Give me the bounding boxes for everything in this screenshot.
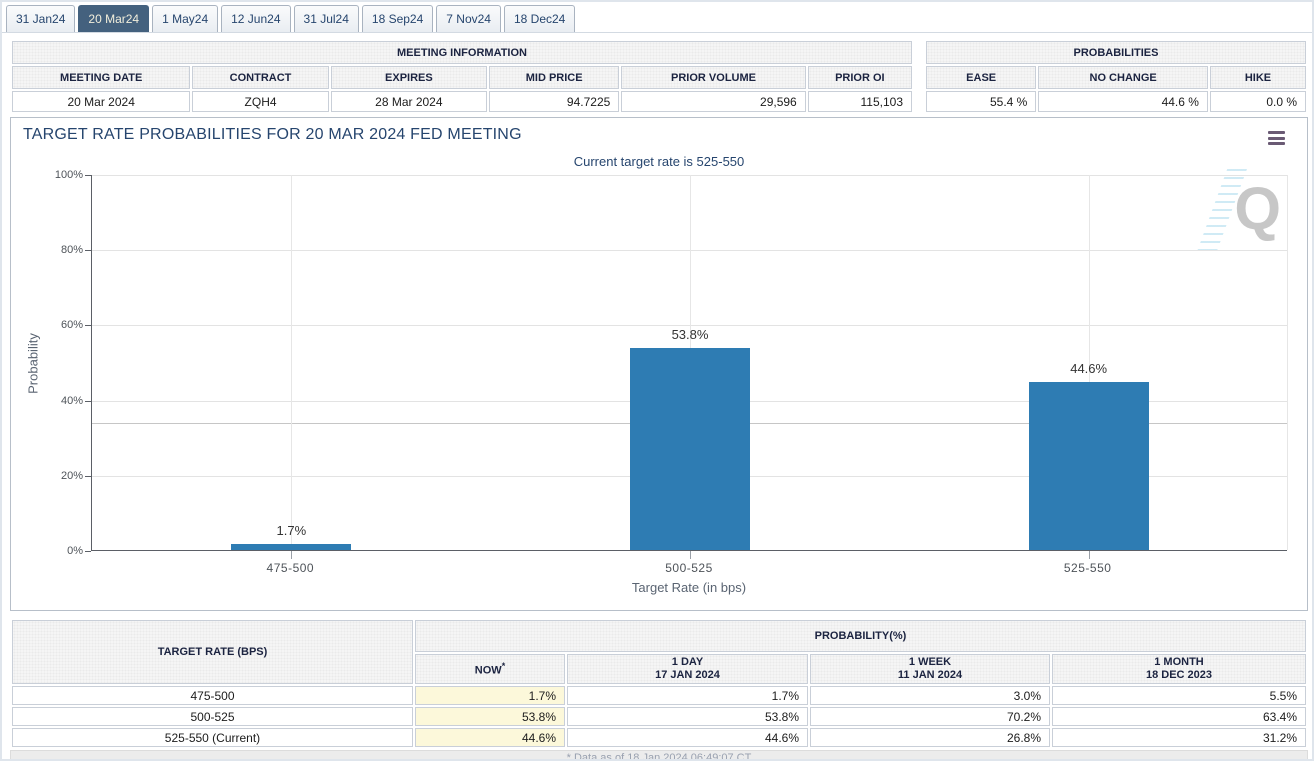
x-category-label: 475-500 [266, 561, 315, 575]
one-week-cell: 3.0% [810, 686, 1050, 705]
fedwatch-page: 31 Jan24 20 Mar24 1 May24 12 Jun24 31 Ju… [0, 0, 1314, 761]
now-cell: 53.8% [415, 707, 565, 726]
table-row: 475-500 1.7% 1.7% 3.0% 5.5% [12, 686, 1306, 705]
tab-18-dec24[interactable]: 18 Dec24 [503, 5, 576, 32]
now-asterisk: * [501, 661, 506, 672]
data-asof-footnote: * Data as of 18 Jan 2024 06:49:07 CT [10, 750, 1308, 759]
one-week-header: 1 WEEK 11 JAN 2024 [810, 654, 1050, 684]
tab-12-jun24[interactable]: 12 Jun24 [221, 5, 291, 32]
target-rate-chart-panel: TARGET RATE PROBABILITIES FOR 20 MAR 202… [10, 117, 1308, 611]
one-day-cell: 44.6% [567, 728, 808, 747]
one-day-cell: 1.7% [567, 686, 808, 705]
bar-value-label: 1.7% [276, 522, 307, 538]
tab-7-nov24[interactable]: 7 Nov24 [436, 5, 501, 32]
y-axis-tick [85, 475, 91, 477]
now-cell: 44.6% [415, 728, 565, 747]
chart-title: TARGET RATE PROBABILITIES FOR 20 MAR 202… [23, 126, 522, 143]
probability-bar[interactable] [1028, 382, 1149, 550]
tab-31-jul24[interactable]: 31 Jul24 [293, 5, 359, 32]
plot-right-border [1287, 175, 1288, 550]
bar-value-label: 44.6% [1070, 361, 1108, 377]
x-category-label: 500-525 [665, 561, 713, 575]
rate-cell: 475-500 [12, 686, 413, 705]
y-axis-title: Probability [25, 333, 41, 394]
tab-20-mar24[interactable]: 20 Mar24 [78, 5, 150, 32]
top-summary-row: MEETING INFORMATION MEETING DATE CONTRAC… [10, 39, 1308, 114]
chart-menu-icon[interactable] [1268, 131, 1285, 145]
meeting-information-title: MEETING INFORMATION [12, 41, 912, 64]
meeting-date-tabs: 31 Jan24 20 Mar24 1 May24 12 Jun24 31 Ju… [2, 2, 1312, 33]
no-change-value: 44.6 % [1038, 91, 1208, 112]
one-month-cell: 5.5% [1052, 686, 1306, 705]
prior-oi-header: PRIOR OI [807, 66, 912, 89]
x-axis-tick [291, 551, 293, 559]
plot-area: 0% 20% 40% 60% 80% 100% 1.7% 53.8% 44.6% [55, 169, 1288, 559]
prior-volume-value: 29,596 [621, 91, 806, 112]
y-tick-label: 40% [60, 394, 83, 407]
one-month-header: 1 MONTH 18 DEC 2023 [1052, 654, 1306, 684]
y-axis-tick [85, 250, 91, 252]
y-axis-tick [85, 551, 91, 552]
now-cell: 1.7% [415, 686, 565, 705]
probability-bar[interactable] [630, 347, 750, 550]
now-header: NOW* [415, 654, 565, 684]
probability-group-header: PROBABILITY(%) [415, 620, 1306, 652]
y-axis-tick [85, 400, 91, 402]
tab-31-jan24[interactable]: 31 Jan24 [6, 5, 76, 32]
meeting-date-value: 20 Mar 2024 [12, 91, 191, 112]
x-axis-title: Target Rate (in bps) [631, 580, 747, 595]
ease-value: 55.4 % [926, 91, 1037, 112]
contract-header: CONTRACT [192, 66, 329, 89]
y-axis-tick [85, 325, 91, 327]
one-day-cell: 53.8% [567, 707, 808, 726]
hike-header: HIKE [1209, 66, 1306, 89]
x-gridline [291, 175, 293, 550]
x-axis-tick [690, 551, 691, 559]
y-tick-label: 0% [67, 545, 83, 557]
prior-oi-value: 115,103 [807, 91, 912, 112]
one-day-header: 1 DAY 17 JAN 2024 [567, 654, 808, 684]
ease-header: EASE [926, 66, 1037, 89]
rate-cell: 525-550 (Current) [12, 728, 413, 747]
y-tick-label: 60% [60, 319, 83, 332]
probability-history-section: TARGET RATE (BPS) PROBABILITY(%) NOW* 1 … [10, 618, 1308, 759]
y-axis-tick [85, 175, 91, 176]
y-tick-label: 20% [60, 469, 83, 482]
x-category-label: 525-550 [1063, 561, 1112, 575]
one-week-cell: 26.8% [810, 728, 1050, 747]
tab-18-sep24[interactable]: 18 Sep24 [361, 5, 434, 32]
y-tick-label: 80% [60, 244, 83, 257]
target-rate-bps-header: TARGET RATE (BPS) [12, 620, 413, 684]
rate-cell: 500-525 [12, 707, 413, 726]
prior-volume-header: PRIOR VOLUME [621, 66, 806, 89]
probabilities-title: PROBABILITIES [926, 41, 1306, 64]
meeting-information-table: MEETING INFORMATION MEETING DATE CONTRAC… [10, 39, 914, 114]
one-month-cell: 63.4% [1052, 707, 1306, 726]
probability-bar[interactable] [231, 543, 352, 550]
probabilities-table: PROBABILITIES EASE NO CHANGE HIKE 55.4 %… [924, 39, 1308, 114]
bar-value-label: 53.8% [671, 326, 709, 342]
table-row: 500-525 53.8% 53.8% 70.2% 63.4% [12, 707, 1306, 726]
chart-subtitle: Current target rate is 525-550 [573, 154, 745, 169]
expires-header: EXPIRES [330, 66, 488, 89]
x-axis-tick [1088, 551, 1090, 559]
contract-value: ZQH4 [192, 91, 329, 112]
hike-value: 0.0 % [1209, 91, 1306, 112]
meeting-date-header: MEETING DATE [12, 66, 191, 89]
table-row: 525-550 (Current) 44.6% 44.6% 26.8% 31.2… [12, 728, 1306, 747]
one-month-cell: 31.2% [1052, 728, 1306, 747]
probability-history-table: TARGET RATE (BPS) PROBABILITY(%) NOW* 1 … [10, 618, 1308, 749]
mid-price-header: MID PRICE [489, 66, 620, 89]
y-tick-label: 100% [54, 169, 83, 181]
one-week-cell: 70.2% [810, 707, 1050, 726]
no-change-header: NO CHANGE [1038, 66, 1208, 89]
tab-1-may24[interactable]: 1 May24 [152, 5, 219, 32]
expires-value: 28 Mar 2024 [330, 91, 488, 112]
mid-price-value: 94.7225 [489, 91, 620, 112]
